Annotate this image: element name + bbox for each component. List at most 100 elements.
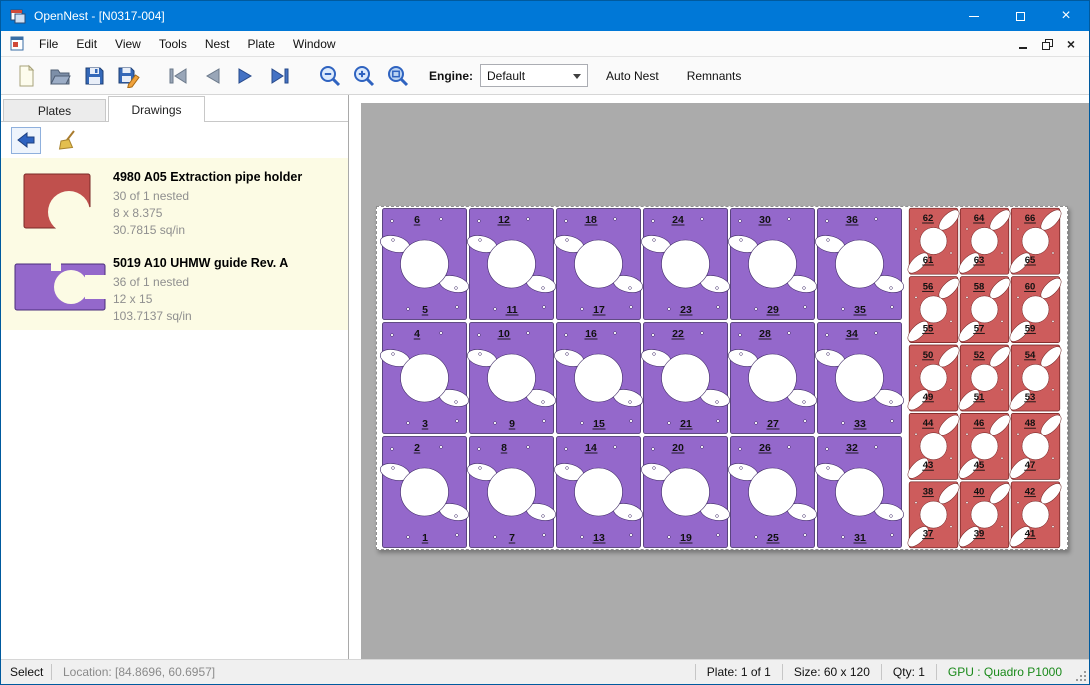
zoom-out-button[interactable] [313,61,347,91]
nest-part-pair-purple[interactable]: 2423 [640,209,732,320]
svg-text:59: 59 [1025,323,1036,334]
svg-text:40: 40 [974,487,985,498]
engine-select[interactable]: Default [480,64,588,87]
part-shape-red-icon [21,171,99,231]
panel-tabs: Plates Drawings [1,95,348,122]
previous-plate-button[interactable] [195,61,229,91]
nest-part-pair-purple[interactable]: 2625 [727,437,819,548]
mdi-document-icon[interactable] [9,36,25,52]
svg-text:3: 3 [422,418,428,430]
save-as-icon [116,64,140,88]
tab-plates[interactable]: Plates [3,99,106,121]
zoom-fit-icon [386,64,410,88]
first-plate-button[interactable] [161,61,195,91]
menu-file[interactable]: File [30,31,67,56]
nest-part-pair-purple[interactable]: 1211 [466,209,558,320]
svg-text:64: 64 [974,213,985,224]
main-content: Plates Drawings [1,95,1089,659]
nest-part-pair-red[interactable]: 6059 [1007,275,1065,345]
zoom-fit-button[interactable] [381,61,415,91]
svg-text:6: 6 [414,214,420,226]
svg-text:7: 7 [509,532,515,544]
mdi-restore-button[interactable] [1035,34,1059,54]
svg-text:37: 37 [923,529,934,540]
nest-part-pair-purple[interactable]: 3231 [814,437,906,548]
drawing-list: 4980 A05 Extraction pipe holder 30 of 1 … [1,158,348,659]
nest-part-pair-red[interactable]: 5857 [956,275,1014,345]
nest-canvas[interactable]: 6512111817242330293635431091615222128273… [349,95,1089,659]
next-plate-button[interactable] [229,61,263,91]
nest-part-pair-red[interactable]: 4241 [1007,480,1065,549]
nest-part-pair-red[interactable]: 4847 [1007,412,1065,482]
svg-text:36: 36 [846,214,858,226]
nest-part-pair-purple[interactable]: 1817 [553,209,645,320]
nest-part-pair-red[interactable]: 5453 [1007,343,1065,413]
last-plate-icon [268,64,292,88]
menu-edit[interactable]: Edit [67,31,106,56]
nest-part-pair-purple[interactable]: 87 [466,437,558,548]
app-icon [10,8,26,24]
status-mode: Select [1,665,51,679]
svg-text:9: 9 [509,418,515,430]
nest-part-pair-red[interactable]: 3837 [905,480,963,549]
nest-part-pair-red[interactable]: 5251 [956,343,1014,413]
tab-drawings[interactable]: Drawings [108,96,205,122]
nest-part-pair-purple[interactable]: 43 [379,323,471,434]
svg-text:18: 18 [585,214,597,226]
mdi-close-button[interactable]: × [1059,34,1083,54]
nest-part-pair-red[interactable]: 4645 [956,412,1014,482]
menu-view[interactable]: View [106,31,150,56]
nest-part-pair-purple[interactable]: 3635 [814,209,906,320]
nest-part-pair-purple[interactable]: 3029 [727,209,819,320]
nest-part-pair-red[interactable]: 5655 [905,275,963,345]
nest-part-pair-red[interactable]: 4039 [956,480,1014,549]
nest-part-pair-purple[interactable]: 1615 [553,323,645,434]
svg-text:53: 53 [1025,392,1036,403]
zoom-in-button[interactable] [347,61,381,91]
save-button[interactable] [77,61,111,91]
nest-part-pair-red[interactable]: 6463 [956,207,1014,276]
nest-part-pair-red[interactable]: 6665 [1007,207,1065,276]
nest-part-pair-red[interactable]: 5049 [905,343,963,413]
new-button[interactable] [9,61,43,91]
menu-tools[interactable]: Tools [150,31,196,56]
menu-bar: File Edit View Tools Nest Plate Window × [1,31,1089,57]
import-drawing-button[interactable] [11,127,41,154]
remnants-button[interactable]: Remnants [677,64,752,88]
nest-part-pair-red[interactable]: 4443 [905,412,963,482]
resize-grip[interactable] [1073,660,1089,684]
menu-plate[interactable]: Plate [239,31,284,56]
svg-text:33: 33 [854,418,866,430]
nest-part-pair-purple[interactable]: 1413 [553,437,645,548]
drawing-nested-count: 30 of 1 nested [113,188,344,205]
nest-part-pair-purple[interactable]: 2019 [640,437,732,548]
nest-part-pair-purple[interactable]: 10 9 [466,323,558,434]
nest-part-pair-purple[interactable]: 2221 [640,323,732,434]
clear-drawings-button[interactable] [53,127,83,154]
menu-nest[interactable]: Nest [196,31,239,56]
drawing-thumbnail [7,248,113,326]
svg-text:45: 45 [974,460,985,471]
menu-window[interactable]: Window [284,31,345,56]
mdi-minimize-button[interactable] [1011,34,1035,54]
nest-workspace[interactable]: 6512111817242330293635431091615222128273… [361,103,1089,659]
nest-part-pair-red[interactable]: 6261 [905,207,963,276]
maximize-button[interactable] [997,1,1043,31]
minimize-button[interactable] [951,1,997,31]
open-folder-icon [48,64,72,88]
svg-text:10: 10 [498,328,510,340]
drawing-item-extraction-pipe-holder[interactable]: 4980 A05 Extraction pipe holder 30 of 1 … [1,158,348,244]
nest-part-pair-purple[interactable]: 3433 [814,323,906,434]
svg-text:13: 13 [593,532,605,544]
nest-part-pair-purple[interactable]: 2827 [727,323,819,434]
close-button[interactable]: × [1043,1,1089,31]
save-as-button[interactable] [111,61,145,91]
svg-text:29: 29 [767,304,779,316]
nest-part-pair-purple[interactable]: 65 [379,209,471,320]
drawing-item-uhmw-guide[interactable]: 5019 A10 UHMW guide Rev. A 36 of 1 neste… [1,244,348,330]
auto-nest-button[interactable]: Auto Nest [596,64,669,88]
nest-part-pair-purple[interactable]: 21 [379,437,471,548]
open-button[interactable] [43,61,77,91]
last-plate-button[interactable] [263,61,297,91]
toolbar: Engine: Default Auto Nest Remnants [1,57,1089,95]
